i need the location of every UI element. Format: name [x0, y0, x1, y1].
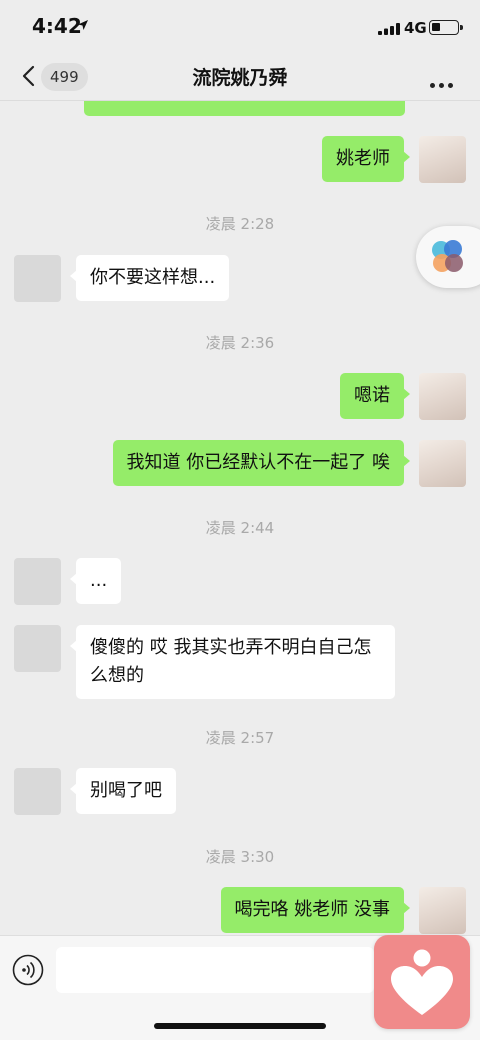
message-bubble-incoming[interactable]: 你不要这样想...	[69, 255, 230, 301]
contact-avatar[interactable]	[14, 255, 61, 302]
my-avatar[interactable]	[419, 440, 466, 487]
my-avatar[interactable]	[419, 373, 466, 420]
previous-message-fragment	[84, 101, 405, 116]
message-timestamp: 凌晨 2:44	[205, 519, 275, 537]
voice-icon[interactable]	[12, 954, 44, 986]
contact-avatar[interactable]	[14, 558, 61, 605]
message-bubble-outgoing[interactable]: 喝完咯 姚老师 没事	[220, 887, 411, 933]
signal-icon	[378, 23, 400, 35]
my-avatar[interactable]	[419, 136, 466, 183]
message-bubble-outgoing[interactable]: 嗯诺	[340, 373, 410, 419]
chat-area[interactable]: 姚老师 凌晨 2:28 你不要这样想... 凌晨 2:36 嗯诺 我知道 你已经…	[0, 101, 480, 935]
message-bubble-incoming[interactable]: 别喝了吧	[70, 768, 176, 814]
message-bubble-incoming[interactable]: 傻傻的 哎 我其实也弄不明白自己怎么想的	[70, 625, 395, 699]
location-arrow-icon	[78, 20, 88, 30]
heart-app-button[interactable]	[374, 935, 470, 1029]
my-avatar[interactable]	[419, 887, 466, 934]
message-timestamp: 凌晨 2:28	[205, 215, 275, 233]
floating-app-bubble[interactable]	[416, 226, 480, 288]
home-indicator	[154, 1023, 326, 1029]
message-bubble-outgoing[interactable]: 我知道 你已经默认不在一起了 唉	[112, 440, 411, 486]
floating-app-icon	[432, 240, 463, 272]
status-bar: 4:42 4G	[0, 0, 480, 56]
network-type: 4G	[404, 19, 427, 37]
heart-app-icon	[391, 949, 453, 1015]
contact-avatar[interactable]	[14, 625, 61, 672]
chat-title: 流院姚乃舜	[192, 67, 288, 89]
chat-header: 499 流院姚乃舜	[0, 56, 480, 101]
status-time: 4:42	[32, 14, 82, 38]
contact-avatar[interactable]	[14, 768, 61, 815]
message-bubble-incoming[interactable]: ...	[69, 558, 122, 604]
message-timestamp: 凌晨 2:57	[205, 729, 275, 747]
message-input[interactable]	[56, 947, 374, 993]
message-timestamp: 凌晨 3:30	[205, 848, 275, 866]
battery-icon	[429, 20, 463, 35]
battery-level	[432, 23, 440, 31]
more-icon[interactable]	[430, 73, 457, 92]
message-timestamp: 凌晨 2:36	[205, 334, 275, 352]
message-bubble-outgoing[interactable]: 姚老师	[322, 136, 410, 182]
